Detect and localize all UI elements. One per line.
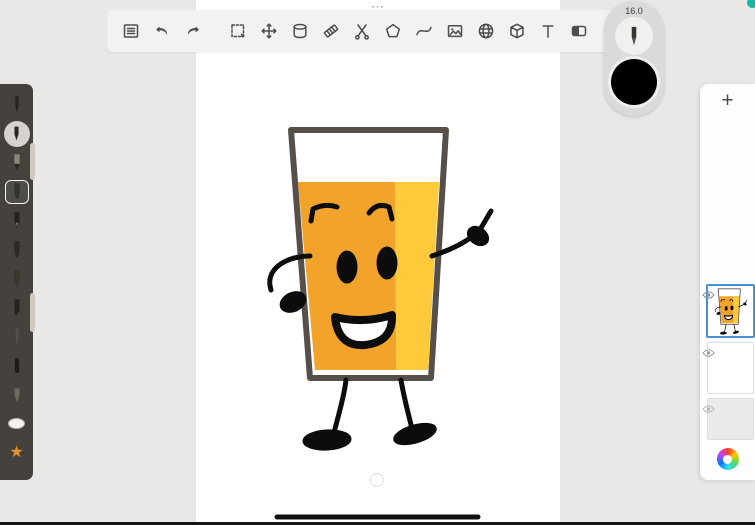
active-tool-circle xyxy=(3,120,30,147)
brush-hud: 16.0 xyxy=(604,1,664,116)
color-wheel-button[interactable] xyxy=(716,448,739,470)
undo-button[interactable] xyxy=(146,15,177,47)
layer-row-2[interactable] xyxy=(702,342,754,394)
tool-sidebar: ★ xyxy=(0,84,35,480)
layer-2-visibility-toggle[interactable] xyxy=(702,345,715,363)
import-image-button[interactable] xyxy=(439,15,470,47)
layers-panel: + xyxy=(700,84,755,480)
pencil-icon xyxy=(13,153,20,171)
select-marquee-icon xyxy=(230,24,245,38)
artwork-orange-juice-character xyxy=(267,127,494,520)
fountain-pen-icon xyxy=(13,211,20,229)
text-tool-button[interactable] xyxy=(532,15,563,47)
layer-3-visibility-toggle[interactable] xyxy=(702,401,715,419)
tool-eraser[interactable] xyxy=(0,409,33,438)
undo-icon xyxy=(155,26,167,35)
tool-felt-pen[interactable] xyxy=(0,235,33,264)
cutter-icon xyxy=(354,24,369,40)
touch-indicator xyxy=(370,473,384,487)
import-image-icon xyxy=(447,25,462,38)
top-toolbar xyxy=(107,10,614,52)
left-leg xyxy=(331,377,349,436)
redo-button[interactable] xyxy=(177,15,208,47)
watercolor-brush-icon xyxy=(13,182,20,199)
fill-can-button[interactable] xyxy=(284,15,315,47)
curve-icon xyxy=(415,26,432,36)
perspective-cube-icon xyxy=(509,23,524,39)
graphite-pencil-icon xyxy=(15,327,18,346)
hatch-eraser-button[interactable] xyxy=(315,15,346,47)
hatch-eraser-icon xyxy=(323,24,338,38)
gradient-button[interactable] xyxy=(563,15,594,47)
polygon-shape-icon xyxy=(385,23,400,38)
active-tool-icon xyxy=(14,126,19,141)
curve-button[interactable] xyxy=(408,15,439,47)
recording-indicator-dot xyxy=(747,0,755,8)
charcoal-icon xyxy=(14,357,19,373)
tool-graphite-pencil[interactable] xyxy=(0,322,33,351)
eye-icon xyxy=(702,405,715,413)
tool-watercolor-brush[interactable] xyxy=(0,177,33,206)
color-wheel-center xyxy=(723,454,732,464)
tool-fineliner[interactable] xyxy=(0,90,33,119)
tool-pencil[interactable] xyxy=(0,148,33,177)
eye-icon xyxy=(702,291,715,299)
pointing-finger xyxy=(478,208,494,231)
tool-airbrush[interactable] xyxy=(0,380,33,409)
left-foot xyxy=(302,429,352,451)
brush-preview-button[interactable] xyxy=(615,17,653,55)
airbrush-icon xyxy=(14,387,19,402)
text-tool-icon xyxy=(541,25,554,38)
layer-list-icon xyxy=(123,24,138,38)
app-window: ⋯ 16.0 ★ + xyxy=(0,0,755,525)
paint-brush-icon xyxy=(13,269,20,288)
marker-icon xyxy=(13,298,20,316)
current-color-swatch[interactable] xyxy=(611,59,657,105)
layer-1-visibility-toggle[interactable] xyxy=(702,287,715,305)
brush-preview-icon xyxy=(631,26,637,46)
layers-list xyxy=(700,284,755,444)
right-leg xyxy=(398,377,415,432)
tool-marker[interactable] xyxy=(0,293,33,322)
move-transform-button[interactable] xyxy=(253,15,284,47)
layer-row-3[interactable] xyxy=(702,398,754,440)
fineliner-icon xyxy=(14,95,19,113)
brush-size-slider[interactable] xyxy=(30,143,35,180)
sphere-grid-icon xyxy=(478,23,493,39)
tool-paint-brush[interactable] xyxy=(0,264,33,293)
redo-icon xyxy=(187,26,199,35)
favorites-star-button[interactable]: ★ xyxy=(0,438,33,467)
add-layer-button[interactable]: + xyxy=(700,84,755,118)
drawing-canvas[interactable]: ⋯ xyxy=(196,0,560,525)
cutter-button[interactable] xyxy=(346,15,377,47)
tool-fountain-pen[interactable] xyxy=(0,206,33,235)
right-eye xyxy=(376,246,398,280)
eye-icon xyxy=(702,349,715,357)
mouth xyxy=(331,311,396,350)
brush-size-value: 16.0 xyxy=(625,6,643,16)
eraser-icon xyxy=(8,418,25,429)
star-icon: ★ xyxy=(9,443,24,461)
tool-charcoal[interactable] xyxy=(0,351,33,380)
select-marquee-button[interactable] xyxy=(222,15,253,47)
left-eye xyxy=(336,250,358,284)
polygon-shape-button[interactable] xyxy=(377,15,408,47)
active-tool-puck[interactable] xyxy=(0,119,33,148)
right-foot xyxy=(393,422,437,446)
perspective-cube-button[interactable] xyxy=(501,15,532,47)
layer-row-1[interactable] xyxy=(702,284,755,338)
fill-can-icon xyxy=(292,23,307,39)
selected-tool-outline xyxy=(4,179,29,204)
brush-opacity-slider[interactable] xyxy=(30,293,35,332)
gradient-icon xyxy=(571,25,586,37)
layer-list-button[interactable] xyxy=(115,15,146,47)
sphere-grid-button[interactable] xyxy=(470,15,501,47)
felt-pen-icon xyxy=(13,240,20,258)
move-transform-icon xyxy=(260,23,277,39)
right-hand xyxy=(466,225,490,247)
